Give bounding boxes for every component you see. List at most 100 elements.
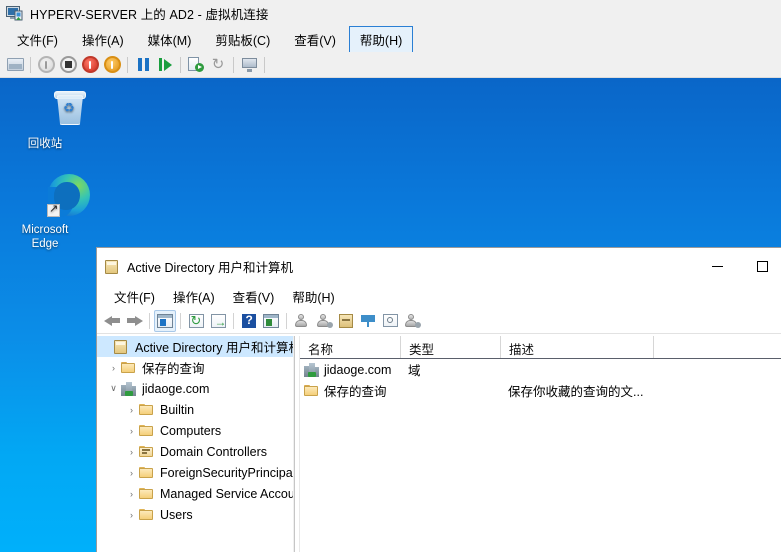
show-action-pane-icon[interactable] [260, 310, 282, 332]
aduc-menu-action[interactable]: 操作(A) [164, 285, 224, 308]
tree-node-label: 保存的查询 [142, 362, 205, 376]
aduc-tree-pane[interactable]: Active Directory 用户和计算机 › 保存的查询 ∨ jidaog… [97, 336, 294, 552]
folder-icon [139, 465, 155, 481]
column-header-type[interactable]: 类型 [400, 336, 500, 358]
folder-icon [121, 360, 137, 376]
shutdown-icon[interactable] [35, 54, 57, 76]
chevron-right-icon[interactable]: › [124, 426, 139, 436]
chevron-down-icon[interactable]: ∨ [106, 383, 121, 394]
vm-title-text: HYPERV-SERVER 上的 AD2 - 虚拟机连接 [30, 7, 269, 22]
back-icon[interactable] [101, 310, 123, 332]
tree-node-foreign-security-principals[interactable]: › ForeignSecurityPrincipals [97, 462, 293, 483]
revert-icon[interactable]: ↻ [207, 54, 229, 76]
desktop-icon-recycle-bin[interactable]: ♻ 回收站 [4, 85, 86, 151]
tree-node-users[interactable]: › Users [97, 504, 293, 525]
chevron-right-icon[interactable]: › [124, 447, 139, 457]
tree-node-label: Domain Controllers [160, 444, 267, 459]
aduc-menu-view[interactable]: 查看(V) [224, 285, 284, 308]
aduc-titlebar[interactable]: Active Directory 用户和计算机 [97, 248, 781, 284]
export-list-icon[interactable] [207, 310, 229, 332]
column-header-name[interactable]: 名称 [300, 336, 400, 358]
vm-titlebar: HYPERV-SERVER 上的 AD2 - 虚拟机连接 [0, 0, 781, 26]
column-header-description[interactable]: 描述 [500, 336, 653, 358]
tree-node-label: ForeignSecurityPrincipals [160, 465, 293, 480]
manage-users-icon[interactable] [401, 310, 423, 332]
vm-menu-file[interactable]: 文件(F) [6, 26, 69, 53]
toolbar-separator [264, 56, 265, 73]
chevron-right-icon[interactable]: › [124, 489, 139, 499]
maximize-icon [757, 260, 768, 272]
list-cell-name: 保存的查询 [324, 385, 387, 399]
vm-connection-window: HYPERV-SERVER 上的 AD2 - 虚拟机连接 文件(F) 操作(A)… [0, 0, 781, 552]
vm-menu-clipboard[interactable]: 剪贴板(C) [204, 26, 281, 53]
pause-icon[interactable] [132, 54, 154, 76]
tree-node-computers[interactable]: › Computers [97, 420, 293, 441]
enhanced-session-icon[interactable] [238, 54, 260, 76]
maximize-button[interactable] [740, 248, 781, 284]
vm-menu-media[interactable]: 媒体(M) [137, 26, 203, 53]
chevron-right-icon[interactable]: › [106, 363, 121, 373]
chevron-right-icon[interactable]: › [124, 405, 139, 415]
list-cell-name: jidaoge.com [324, 362, 392, 377]
column-header-blank[interactable] [653, 336, 781, 358]
toolbar-separator [180, 312, 181, 329]
list-header-row: 名称 类型 描述 [300, 336, 781, 359]
tree-node-managed-service-accounts[interactable]: › Managed Service Accounts [97, 483, 293, 504]
window-controls [695, 248, 781, 284]
edge-icon [4, 171, 90, 219]
vm-toolbar: ↻ [0, 52, 781, 78]
forward-icon[interactable] [123, 310, 145, 332]
help-icon[interactable] [238, 310, 260, 332]
turn-off-icon[interactable] [57, 54, 79, 76]
minimize-button[interactable] [695, 248, 740, 284]
aduc-window: Active Directory 用户和计算机 文件(F) 操作(A) 查看(V… [96, 247, 781, 552]
desktop-icon-microsoft-edge[interactable]: Microsoft Edge [4, 171, 90, 251]
domain-icon [304, 362, 320, 378]
ou-folder-icon [139, 444, 155, 460]
toolbar-separator [180, 56, 181, 73]
tree-node-domain-controllers[interactable]: › Domain Controllers [97, 441, 293, 462]
new-container-icon[interactable] [335, 310, 357, 332]
find-icon[interactable] [379, 310, 401, 332]
filter-icon[interactable] [357, 310, 379, 332]
new-user-icon[interactable] [291, 310, 313, 332]
aduc-menu-file[interactable]: 文件(F) [105, 285, 164, 308]
screen: HYPERV-SERVER 上的 AD2 - 虚拟机连接 文件(F) 操作(A)… [0, 0, 781, 552]
vm-menu-action[interactable]: 操作(A) [71, 26, 135, 53]
tree-node-label: jidaoge.com [142, 381, 210, 396]
vm-menu-help[interactable]: 帮助(H) [348, 25, 414, 53]
list-cell-type: 域 [408, 364, 421, 378]
tree-node-saved-queries[interactable]: › 保存的查询 [97, 357, 293, 378]
tree-node-root[interactable]: Active Directory 用户和计算机 [97, 336, 293, 357]
power-off-icon[interactable] [79, 54, 101, 76]
recycle-bin-icon: ♻ [4, 85, 86, 133]
list-item[interactable]: 保存的查询 保存你收藏的查询的文... [300, 380, 781, 401]
refresh-icon[interactable] [185, 310, 207, 332]
tree-node-label: Computers [160, 423, 222, 438]
list-item[interactable]: jidaoge.com 域 [300, 359, 781, 380]
folder-icon [139, 423, 155, 439]
ctrl-alt-delete-icon[interactable] [4, 54, 26, 76]
minimize-icon [712, 265, 723, 267]
aduc-list-pane[interactable]: 名称 类型 描述 jidaoge.com 域 保存的查询 保存你收藏的查询的文.… [300, 336, 781, 552]
start-icon[interactable] [101, 54, 123, 76]
desktop-icon-label-line2: Edge [31, 238, 59, 250]
toolbar-separator [233, 312, 234, 329]
toolbar-separator [233, 56, 234, 73]
new-group-icon[interactable] [313, 310, 335, 332]
aduc-title-text: Active Directory 用户和计算机 [127, 260, 293, 275]
vm-menu-view[interactable]: 查看(V) [283, 26, 347, 53]
chevron-right-icon[interactable]: › [124, 468, 139, 478]
computer-monitor-icon [6, 5, 23, 21]
checkpoint-icon[interactable] [185, 54, 207, 76]
tree-node-builtin[interactable]: › Builtin [97, 399, 293, 420]
show-hide-tree-icon[interactable] [154, 309, 176, 332]
toolbar-separator [127, 56, 128, 73]
toolbar-separator [149, 312, 150, 329]
chevron-right-icon[interactable]: › [124, 510, 139, 520]
folder-icon [304, 383, 320, 399]
aduc-menu-help[interactable]: 帮助(H) [283, 285, 343, 308]
folder-icon [139, 507, 155, 523]
tree-node-jidaoge-com[interactable]: ∨ jidaoge.com [97, 378, 293, 399]
resume-icon[interactable] [154, 54, 176, 76]
